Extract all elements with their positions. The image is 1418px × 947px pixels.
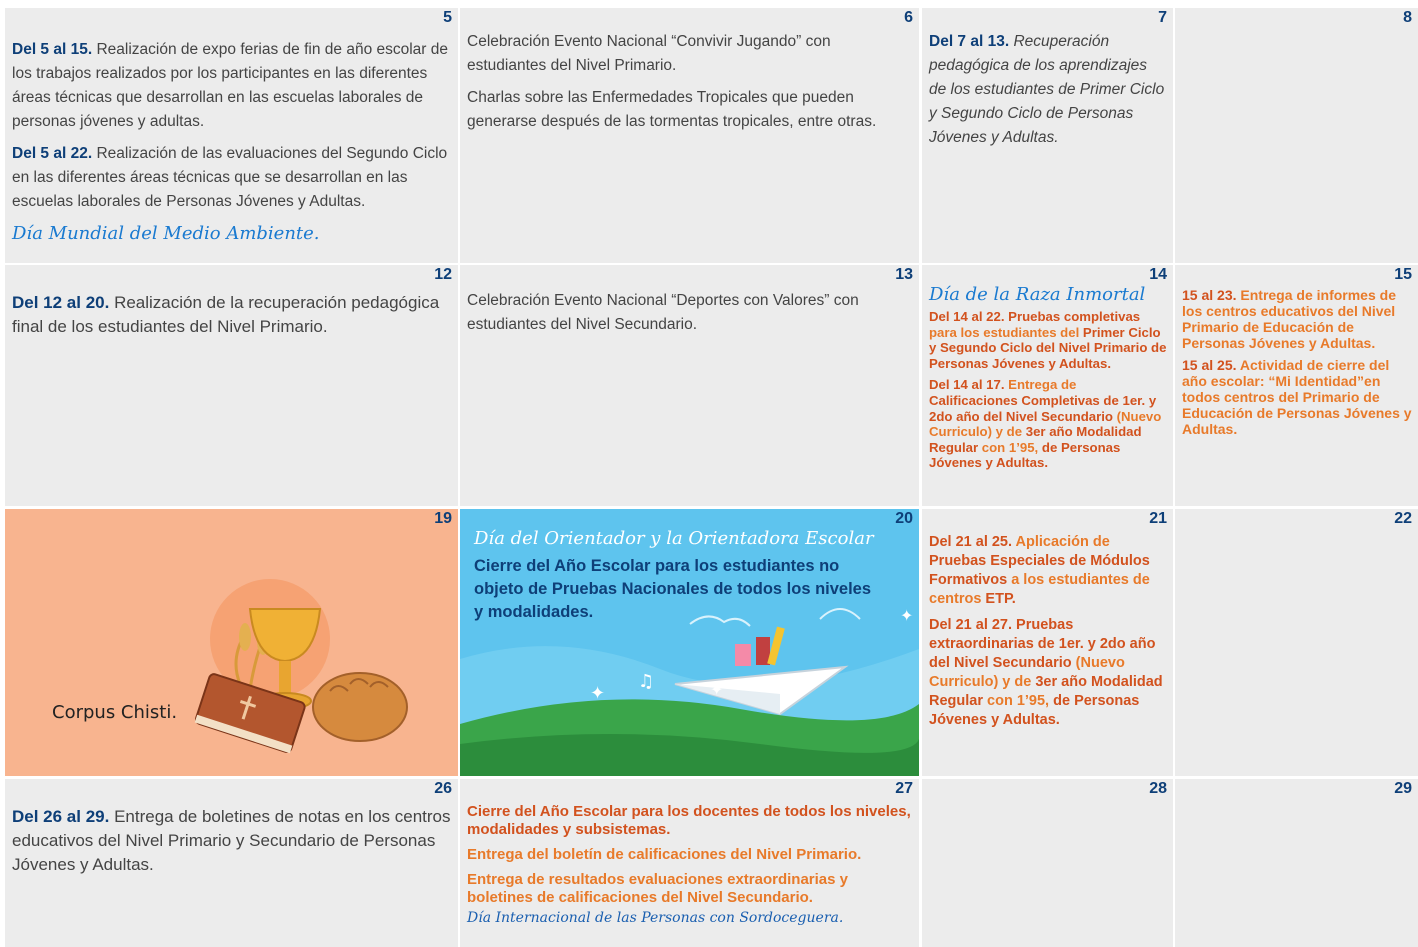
- event-text: Charlas sobre las Enfermedades Tropicale…: [467, 89, 877, 130]
- day-cell-22: 22: [1175, 509, 1418, 776]
- day-number: 7: [1158, 9, 1167, 26]
- day-number: 27: [895, 780, 913, 797]
- day-cell-26: 26 Del 26 al 29. Entrega de boletines de…: [5, 779, 458, 947]
- corpus-christi-illustration: [194, 579, 408, 754]
- day-number: 5: [443, 9, 452, 26]
- day-cell-6: 6 Celebración Evento Nacional “Convivir …: [460, 8, 919, 263]
- event-text: Celebración Evento Nacional “Convivir Ju…: [467, 33, 831, 74]
- svg-text:✦: ✦: [710, 680, 723, 699]
- day-cell-29: 29: [1175, 779, 1418, 947]
- observance-title: Día Internacional de las Personas con So…: [467, 910, 844, 926]
- day-number: 14: [1149, 266, 1167, 283]
- event-text: Del 21 al 25. Aplicación de Pruebas Espe…: [929, 534, 1150, 607]
- day-cell-14: 14 Día de la Raza Inmortal Del 14 al 22.…: [922, 265, 1173, 506]
- event-text: Cierre del Año Escolar para los estudian…: [474, 557, 872, 621]
- observance-title: Día de la Raza Inmortal: [929, 284, 1146, 305]
- day-cell-8: 8: [1175, 8, 1418, 263]
- day-number: 20: [895, 510, 913, 527]
- day-number: 12: [434, 266, 452, 283]
- svg-text:✦: ✦: [590, 683, 605, 704]
- day-cell-15: 15 15 al 23. Entrega de informes de los …: [1175, 265, 1418, 506]
- event-text: 15 al 23. Entrega de informes de los cen…: [1182, 287, 1396, 351]
- event-text: 15 al 25. Actividad de cierre del año es…: [1182, 357, 1412, 437]
- observance-title: Día del Orientador y la Orientadora Esco…: [474, 528, 874, 549]
- day-number: 15: [1394, 266, 1412, 283]
- day-cell-12: 12 Del 12 al 20. Realización de la recup…: [5, 265, 458, 506]
- day-number: 26: [434, 780, 452, 797]
- day-number: 21: [1149, 510, 1167, 527]
- event-text: Del 21 al 27. Pruebas extraordinarias de…: [929, 617, 1163, 728]
- event-text: Del 14 al 22. Pruebas completivas para l…: [929, 309, 1167, 371]
- day-cell-21: 21 Del 21 al 25. Aplicación de Pruebas E…: [922, 509, 1173, 776]
- event-text: Cierre del Año Escolar para los docentes…: [467, 803, 911, 838]
- day-number: 8: [1403, 9, 1412, 26]
- day-number: 29: [1394, 780, 1412, 797]
- event-text: Entrega de resultados evaluaciones extra…: [467, 871, 848, 906]
- day-number: 6: [904, 9, 913, 26]
- event-text: Del 12 al 20. Realización de la recupera…: [12, 293, 440, 336]
- event-text: Del 14 al 17. Entrega de Calificaciones …: [929, 377, 1162, 471]
- event-text: Del 26 al 29. Entrega de boletines de no…: [12, 807, 451, 874]
- day-number: 28: [1149, 780, 1167, 797]
- observance-title: Día Mundial del Medio Ambiente.: [12, 223, 320, 244]
- day-cell-27: 27 Cierre del Año Escolar para los docen…: [460, 779, 919, 947]
- observance-title: Corpus Chisti.: [52, 702, 178, 723]
- day-number: 22: [1394, 510, 1412, 527]
- day-cell-7: 7 Del 7 al 13. Recuperación pedagógica d…: [922, 8, 1173, 263]
- day-cell-5: 5 Del 5 al 15. Realización de expo feria…: [5, 8, 458, 263]
- day-cell-28: 28: [922, 779, 1173, 947]
- event-text: Del 5 al 22. Realización de las evaluaci…: [12, 145, 448, 210]
- day-cell-20: ♫ ✦ ✦ ✦ 20 Día del Orientador y la Orien…: [460, 509, 919, 776]
- event-text: Del 5 al 15. Realización de expo ferias …: [12, 41, 449, 130]
- calendar-grid: 5 Del 5 al 15. Realización de expo feria…: [0, 0, 1418, 947]
- event-text: Celebración Evento Nacional “Deportes co…: [467, 292, 859, 333]
- day-cell-19: 19 Corpus Chisti.: [5, 509, 458, 776]
- event-text: Entrega del boletín de calificaciones de…: [467, 846, 862, 863]
- day-number: 13: [895, 266, 913, 283]
- event-text: Del 7 al 13. Recuperación pedagógica de …: [929, 33, 1165, 146]
- svg-text:♫: ♫: [638, 671, 654, 692]
- day-cell-13: 13 Celebración Evento Nacional “Deportes…: [460, 265, 919, 506]
